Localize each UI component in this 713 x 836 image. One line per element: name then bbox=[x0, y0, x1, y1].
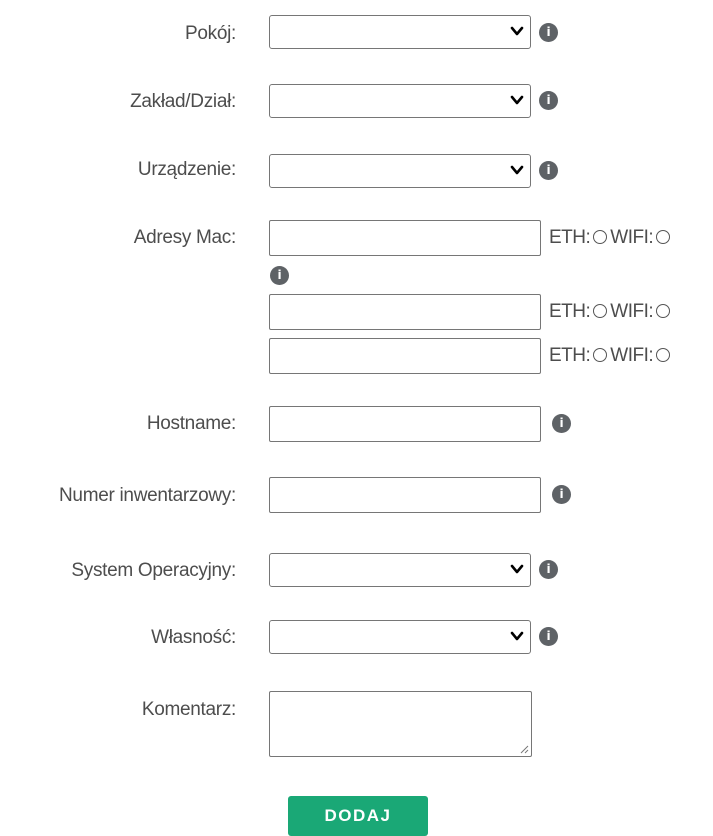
add-button[interactable]: DODAJ bbox=[288, 796, 428, 836]
eth-radio[interactable] bbox=[593, 304, 608, 318]
inventory-input[interactable] bbox=[269, 477, 541, 513]
mac-label: Adresy Mac: bbox=[133, 227, 237, 248]
department-label: Zakład/Dział: bbox=[130, 91, 236, 112]
eth-label: ETH: bbox=[549, 227, 591, 248]
eth-label: ETH: bbox=[549, 301, 591, 322]
chevron-down-icon bbox=[510, 165, 524, 175]
info-icon[interactable]: i bbox=[552, 485, 571, 504]
inventory-label: Numer inwentarzowy: bbox=[59, 485, 236, 506]
wifi-radio[interactable] bbox=[656, 304, 671, 318]
info-icon[interactable]: i bbox=[539, 627, 558, 646]
info-icon[interactable]: i bbox=[539, 23, 558, 42]
info-icon[interactable]: i bbox=[539, 161, 558, 180]
os-select[interactable] bbox=[269, 553, 531, 587]
ownership-select[interactable] bbox=[269, 620, 531, 654]
info-icon[interactable]: i bbox=[552, 414, 571, 433]
eth-radio[interactable] bbox=[593, 348, 608, 362]
info-icon[interactable]: i bbox=[539, 560, 558, 579]
mac-input-3[interactable] bbox=[269, 338, 541, 374]
department-select[interactable] bbox=[269, 84, 531, 118]
room-select[interactable] bbox=[269, 15, 531, 49]
wifi-label: WIFI: bbox=[610, 345, 654, 366]
chevron-down-icon bbox=[510, 95, 524, 105]
eth-label: ETH: bbox=[549, 345, 591, 366]
wifi-radio[interactable] bbox=[656, 348, 671, 362]
mac-type-options-2: ETH: WIFI: bbox=[549, 301, 673, 323]
info-icon[interactable]: i bbox=[270, 266, 289, 285]
comment-label: Komentarz: bbox=[141, 699, 236, 720]
chevron-down-icon bbox=[510, 26, 524, 36]
os-label: System Operacyjny: bbox=[71, 560, 236, 581]
device-select[interactable] bbox=[269, 154, 531, 188]
device-label: Urządzenie: bbox=[137, 159, 236, 180]
resize-grip-icon[interactable] bbox=[520, 745, 529, 754]
wifi-label: WIFI: bbox=[610, 227, 654, 248]
wifi-radio[interactable] bbox=[656, 230, 671, 244]
room-label: Pokój: bbox=[184, 23, 236, 44]
info-icon[interactable]: i bbox=[539, 91, 558, 110]
mac-input-2[interactable] bbox=[269, 294, 541, 330]
hostname-label: Hostname: bbox=[146, 413, 236, 434]
mac-type-options-1: ETH: WIFI: bbox=[549, 227, 673, 249]
wifi-label: WIFI: bbox=[610, 301, 654, 322]
mac-input-1[interactable] bbox=[269, 220, 541, 256]
eth-radio[interactable] bbox=[593, 230, 608, 244]
chevron-down-icon bbox=[510, 631, 524, 641]
mac-type-options-3: ETH: WIFI: bbox=[549, 345, 673, 367]
hostname-input[interactable] bbox=[269, 406, 541, 442]
chevron-down-icon bbox=[510, 564, 524, 574]
comment-textarea[interactable] bbox=[269, 691, 532, 757]
ownership-label: Własność: bbox=[151, 627, 236, 648]
